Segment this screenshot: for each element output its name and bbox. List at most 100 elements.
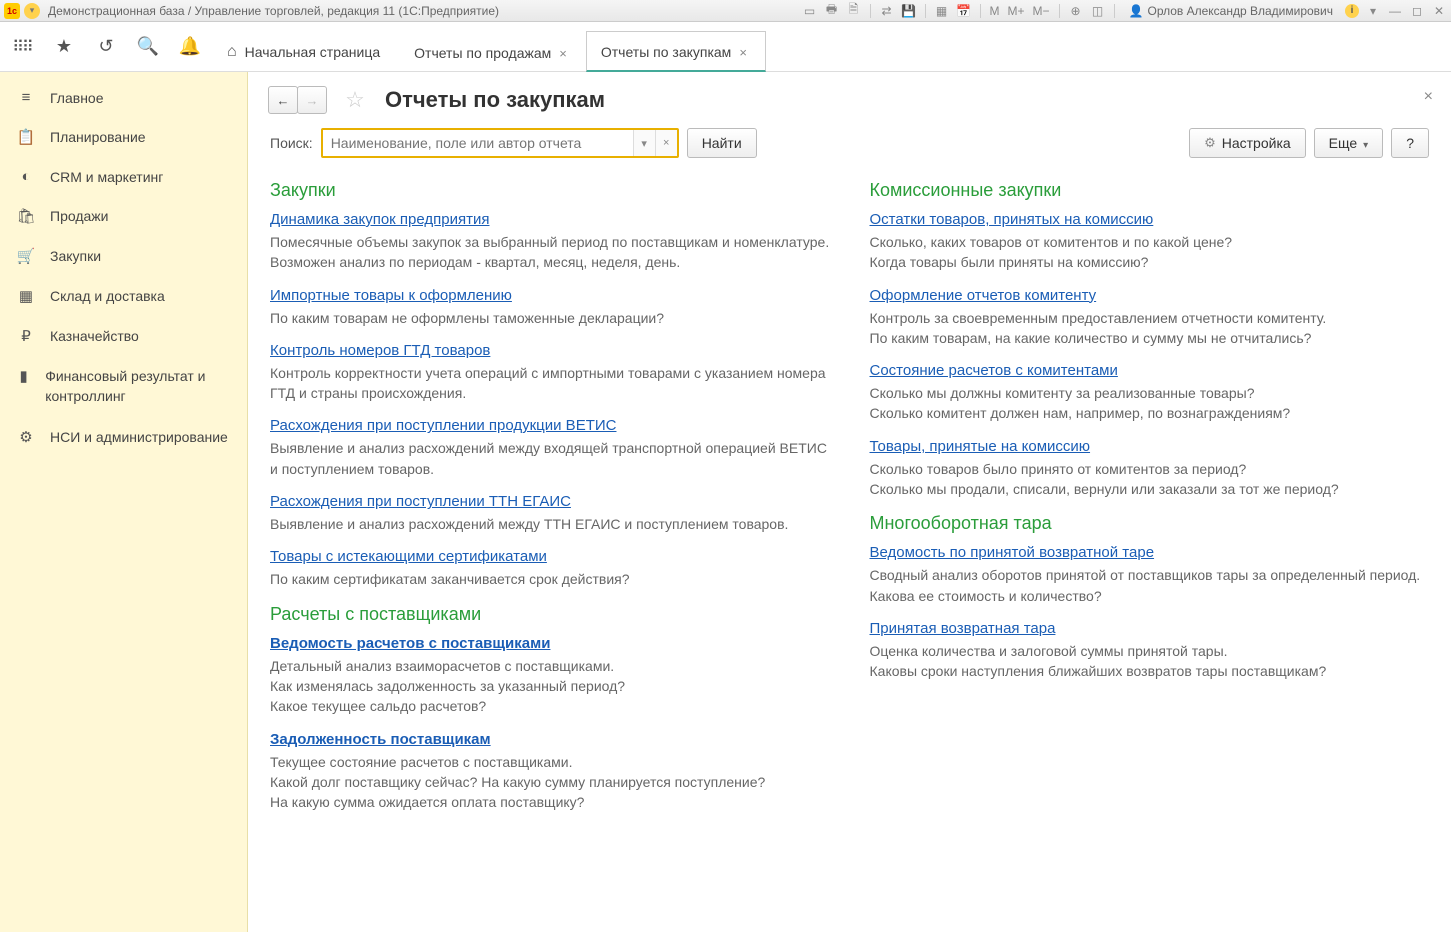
save-icon[interactable]: 💾: [901, 3, 917, 19]
reports-right-column: Комиссионные закупки Остатки товаров, при…: [870, 172, 1430, 912]
page-title: Отчеты по закупкам: [385, 87, 605, 113]
sidebar-item-label: Главное: [50, 90, 104, 106]
report-link[interactable]: Расхождения при поступлении продукции ВЕ…: [270, 417, 616, 434]
report-description: Оценка количества и залоговой суммы прин…: [870, 641, 1430, 682]
report-description: Выявление и анализ расхождений между вхо…: [270, 438, 830, 479]
compare-icon[interactable]: ⇄: [879, 3, 895, 19]
maximize-icon[interactable]: ◻: [1409, 3, 1425, 19]
sidebar-item-8[interactable]: ⚙ НСИ и администрирование: [0, 417, 247, 459]
calendar-icon[interactable]: 📅: [956, 3, 972, 19]
sidebar-icon: 🛍: [16, 207, 36, 225]
tab-close-icon[interactable]: ×: [739, 45, 747, 60]
notifications-icon[interactable]: 🔔: [178, 35, 202, 59]
app-logo-icon: 1c: [4, 3, 20, 19]
apps-icon[interactable]: ⠿⠿: [10, 35, 34, 59]
favorite-icon[interactable]: ★: [52, 35, 76, 59]
home-icon: ⌂: [227, 43, 237, 61]
sidebar-icon: ◐: [16, 168, 36, 185]
report-description: Детальный анализ взаиморасчетов с постав…: [270, 656, 830, 717]
report-description: Сколько, каких товаров от комитентов и п…: [870, 232, 1430, 273]
report-link[interactable]: Товары, принятые на комиссию: [870, 438, 1091, 455]
search-icon[interactable]: 🔍: [136, 35, 160, 59]
window-title: Демонстрационная база / Управление торго…: [48, 4, 499, 18]
sidebar-item-label: CRM и маркетинг: [50, 169, 163, 185]
document-icon[interactable]: 🗎: [846, 3, 862, 19]
tab-label: Отчеты по закупкам: [601, 44, 731, 60]
tab-home[interactable]: ⌂ Начальная страница: [212, 30, 399, 71]
info-icon[interactable]: i: [1345, 4, 1359, 18]
zoom-icon[interactable]: ⊕: [1068, 3, 1084, 19]
tab-purchase-reports[interactable]: Отчеты по закупкам ×: [586, 31, 766, 72]
tab-close-icon[interactable]: ×: [559, 46, 567, 61]
report-link[interactable]: Оформление отчетов комитенту: [870, 287, 1097, 304]
sidebar-item-0[interactable]: ≡ Главное: [0, 78, 247, 117]
user-name: Орлов Александр Владимирович: [1147, 4, 1333, 18]
report-description: Сводный анализ оборотов принятой от пост…: [870, 565, 1430, 606]
close-page-icon[interactable]: ×: [1424, 88, 1433, 106]
m-button[interactable]: M: [989, 4, 1001, 18]
report-link[interactable]: Остатки товаров, принятых на комиссию: [870, 211, 1154, 228]
search-box: ▾ ×: [321, 128, 679, 158]
help-button[interactable]: ?: [1391, 128, 1429, 158]
report-link[interactable]: Задолженность поставщикам: [270, 731, 491, 748]
sidebar-item-label: НСИ и администрирование: [50, 428, 228, 448]
sidebar-item-label: Казначейство: [50, 328, 139, 344]
sidebar-item-label: Финансовый результат и контроллинг: [45, 367, 231, 406]
sidebar-icon: 📋: [16, 128, 36, 146]
sidebar-icon: ≡: [16, 89, 36, 106]
report-link[interactable]: Контроль номеров ГТД товаров: [270, 342, 490, 359]
report-link[interactable]: Ведомость по принятой возвратной таре: [870, 544, 1155, 561]
section-title: Расчеты с поставщиками: [270, 604, 830, 625]
report-link[interactable]: Расхождения при поступлении ТТН ЕГАИС: [270, 493, 571, 510]
print-icon[interactable]: 🖶: [824, 3, 840, 19]
sidebar-item-7[interactable]: ▮ Финансовый результат и контроллинг: [0, 356, 247, 417]
sidebar-item-2[interactable]: ◐ CRM и маркетинг: [0, 157, 247, 196]
sidebar-item-4[interactable]: 🛒Закупки: [0, 236, 247, 276]
search-clear-button[interactable]: ×: [655, 130, 677, 156]
nav-forward-button[interactable]: →: [297, 86, 327, 114]
report-description: По каким сертификатам заканчивается срок…: [270, 569, 830, 589]
report-link[interactable]: Принятая возвратная тара: [870, 620, 1056, 637]
close-window-icon[interactable]: ✕: [1431, 3, 1447, 19]
search-input[interactable]: [323, 130, 633, 156]
navigation-sidebar: ≡ Главное 📋 Планирование ◐ CRM и маркетинг 🛍 Пр…: [0, 72, 248, 932]
report-link[interactable]: Товары с истекающими сертификатами: [270, 548, 547, 565]
minimize-icon[interactable]: —: [1387, 3, 1403, 19]
preview-icon[interactable]: ▭: [802, 3, 818, 19]
section-title: Комиссионные закупки: [870, 180, 1430, 201]
dropdown-icon[interactable]: ▾: [1365, 3, 1381, 19]
find-button[interactable]: Найти: [687, 128, 757, 158]
panel-icon[interactable]: ◫: [1090, 3, 1106, 19]
tab-sales-reports[interactable]: Отчеты по продажам ×: [399, 32, 586, 71]
sidebar-item-5[interactable]: ▦Склад и доставка: [0, 276, 247, 316]
report-link[interactable]: Состояние расчетов с комитентами: [870, 362, 1118, 379]
window-titlebar: 1c Демонстрационная база / Управление то…: [0, 0, 1451, 22]
search-dropdown-button[interactable]: ▾: [633, 130, 655, 156]
section-title: Закупки: [270, 180, 830, 201]
report-link[interactable]: Ведомость расчетов с поставщиками: [270, 635, 550, 652]
current-user[interactable]: 👤 Орлов Александр Владимирович: [1129, 4, 1333, 18]
report-description: Помесячные объемы закупок за выбранный п…: [270, 232, 830, 273]
reports-left-column: Закупки Динамика закупок предприятия Помес…: [270, 172, 830, 912]
sidebar-item-3[interactable]: 🛍 Продажи: [0, 196, 247, 236]
app-menu-dropdown[interactable]: [24, 3, 40, 19]
tab-home-label: Начальная страница: [245, 44, 380, 60]
nav-back-button[interactable]: ←: [268, 86, 298, 114]
sidebar-item-label: Планирование: [50, 129, 146, 145]
history-icon[interactable]: ↺: [94, 35, 118, 59]
m-minus-button[interactable]: M−: [1032, 4, 1051, 18]
settings-button[interactable]: Настройка: [1189, 128, 1306, 158]
m-plus-button[interactable]: M+: [1007, 4, 1026, 18]
more-button[interactable]: Еще: [1314, 128, 1384, 158]
sidebar-item-1[interactable]: 📋 Планирование: [0, 117, 247, 157]
report-description: Контроль за своевременным предоставление…: [870, 308, 1430, 349]
sidebar-icon: ⚙: [16, 428, 36, 446]
sidebar-icon: ▮: [16, 367, 31, 385]
sidebar-item-6[interactable]: ₽Казначейство: [0, 316, 247, 356]
favorite-star-icon[interactable]: ☆: [341, 86, 369, 114]
calculator-icon[interactable]: ▦: [934, 3, 950, 19]
sidebar-item-label: Продажи: [50, 208, 108, 224]
content-area: × ← → ☆ Отчеты по закупкам Поиск: ▾ × На…: [248, 72, 1451, 932]
report-link[interactable]: Импортные товары к оформлению: [270, 287, 512, 304]
report-link[interactable]: Динамика закупок предприятия: [270, 211, 489, 228]
